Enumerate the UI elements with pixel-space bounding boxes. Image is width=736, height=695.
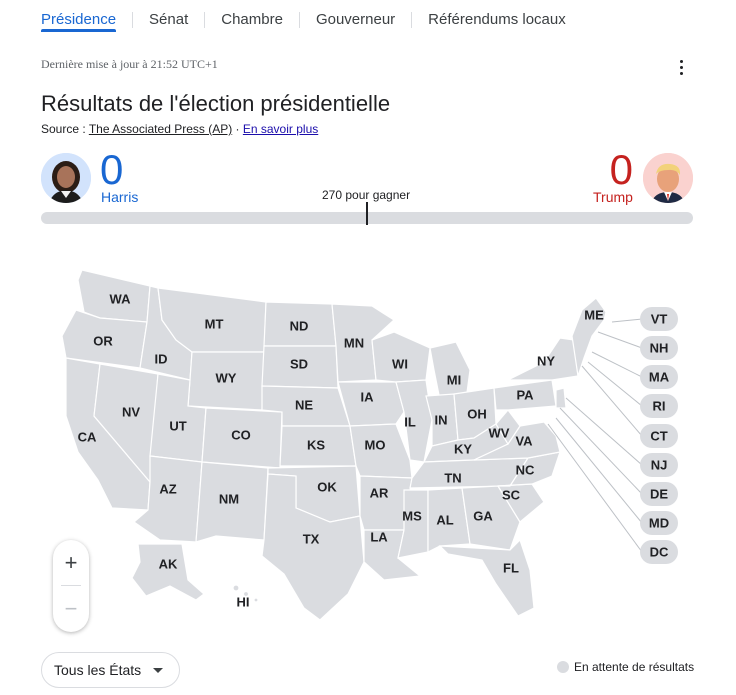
label-nv: NV	[122, 404, 140, 419]
state-ak	[131, 543, 205, 601]
tab-divider	[298, 12, 300, 28]
tab-gouverneur[interactable]: Gouverneur	[316, 0, 395, 34]
label-ut: UT	[169, 418, 186, 433]
label-tn: TN	[444, 470, 461, 485]
tab-senat[interactable]: Sénat	[149, 0, 188, 34]
label-ne: NE	[295, 397, 313, 412]
label-mt: MT	[205, 316, 224, 331]
label-ms: MS	[402, 508, 422, 523]
label-al: AL	[436, 512, 453, 527]
zoom-in-button[interactable]: +	[53, 540, 89, 585]
label-me: ME	[584, 307, 604, 322]
dropdown-caret-icon	[153, 668, 163, 673]
state-fl	[438, 538, 535, 617]
label-ky: KY	[454, 441, 472, 456]
label-va: VA	[515, 433, 533, 448]
pending-legend-label: En attente de résultats	[574, 660, 695, 674]
state-hi	[232, 584, 240, 592]
label-ia: IA	[361, 389, 375, 404]
callout-label-nh: NH	[650, 340, 669, 355]
votes-to-win-label: 270 pour gagner	[322, 188, 411, 202]
label-sc: SC	[502, 487, 521, 502]
trump-avatar	[643, 153, 693, 203]
source-line: Source : The Associated Press (AP) · En …	[41, 122, 318, 136]
learn-more-link[interactable]: En savoir plus	[243, 122, 318, 136]
label-wi: WI	[392, 356, 408, 371]
label-la: LA	[370, 529, 388, 544]
label-oh: OH	[467, 406, 487, 421]
harris-name: Harris	[101, 189, 139, 205]
label-ga: GA	[473, 508, 493, 523]
source-link[interactable]: The Associated Press (AP)	[89, 122, 232, 136]
label-ny: NY	[537, 353, 555, 368]
page-title: Résultats de l'élection présidentielle	[41, 91, 391, 116]
state-nj	[555, 387, 567, 409]
label-nc: NC	[516, 462, 535, 477]
tab-divider	[411, 12, 413, 28]
harris-avatar	[41, 153, 91, 203]
label-hi: HI	[237, 594, 250, 609]
label-mi: MI	[447, 372, 461, 387]
harris-electoral-votes: 0	[100, 146, 124, 193]
map-legend: En attente de résultats	[557, 660, 694, 674]
label-fl: FL	[503, 560, 519, 575]
state-tn	[409, 457, 530, 489]
last-updated: Dernière mise à jour à 21:52 UTC+1	[41, 57, 218, 71]
win-threshold-marker	[366, 202, 368, 225]
label-wv: WV	[489, 425, 510, 440]
tab-chambre[interactable]: Chambre	[221, 0, 283, 34]
callout-label-de: DE	[650, 486, 668, 501]
callout-label-vt: VT	[651, 311, 668, 326]
label-id: ID	[155, 351, 168, 366]
label-il: IL	[404, 414, 416, 429]
callout-label-ct: CT	[650, 428, 667, 443]
more-options-icon[interactable]	[672, 56, 690, 78]
label-co: CO	[231, 427, 251, 442]
trump-name: Trump	[593, 189, 633, 205]
tab-divider	[132, 12, 134, 28]
state-filter-dropdown[interactable]: Tous les États	[41, 652, 180, 688]
us-electoral-map[interactable]: WA OR CA NV ID MT WY UT AZ NM CO ND SD N…	[0, 240, 736, 660]
callout-label-dc: DC	[650, 544, 669, 559]
label-mo: MO	[365, 437, 386, 452]
label-or: OR	[93, 333, 113, 348]
callout-label-ma: MA	[649, 369, 670, 384]
label-tx: TX	[303, 531, 320, 546]
callout-label-md: MD	[649, 515, 669, 530]
election-tabs: Présidence Sénat Chambre Gouverneur Réfé…	[41, 0, 566, 34]
label-mn: MN	[344, 335, 364, 350]
label-nm: NM	[219, 491, 239, 506]
tab-divider	[204, 12, 206, 28]
source-separator: ·	[232, 122, 243, 136]
tab-presidence[interactable]: Présidence	[41, 0, 117, 34]
state-filter-value: Tous les États	[54, 662, 142, 678]
source-prefix: Source :	[41, 122, 89, 136]
zoom-control: + −	[53, 540, 89, 632]
label-ar: AR	[370, 485, 389, 500]
label-az: AZ	[159, 481, 176, 496]
label-sd: SD	[290, 356, 308, 371]
label-ak: AK	[159, 556, 178, 571]
label-wa: WA	[110, 291, 132, 306]
label-wy: WY	[216, 370, 237, 385]
label-pa: PA	[516, 387, 534, 402]
callout-label-ri: RI	[653, 398, 666, 413]
label-nd: ND	[290, 318, 309, 333]
state-mi	[429, 341, 471, 401]
callout-label-nj: NJ	[651, 457, 668, 472]
label-ks: KS	[307, 437, 325, 452]
label-ca: CA	[78, 429, 97, 444]
state-hi-island	[253, 597, 259, 603]
label-in: IN	[435, 412, 448, 427]
tab-referendums[interactable]: Référendums locaux	[428, 0, 566, 34]
zoom-out-button[interactable]: −	[53, 586, 89, 631]
trump-electoral-votes: 0	[609, 146, 633, 193]
label-ok: OK	[317, 479, 337, 494]
pending-legend-swatch	[557, 661, 569, 673]
